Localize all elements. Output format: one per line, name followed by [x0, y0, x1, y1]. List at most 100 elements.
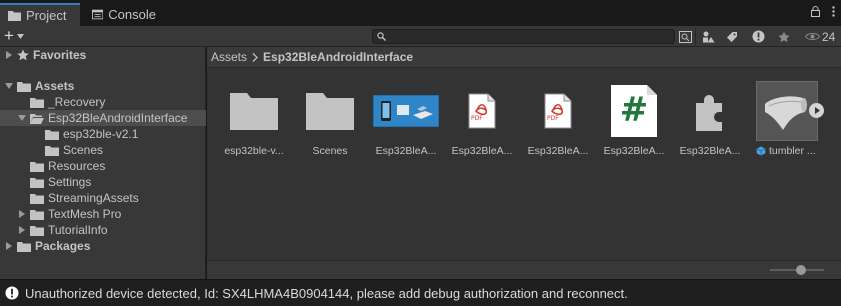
lock-icon[interactable] [811, 6, 820, 17]
tree-label: Packages [35, 239, 91, 253]
tree-item-settings[interactable]: Settings [0, 174, 206, 190]
search-icon [377, 32, 386, 41]
expand-arrow-icon[interactable] [17, 209, 27, 219]
folder-icon [30, 209, 44, 220]
tree-label: Scenes [63, 143, 104, 157]
status-message: Unauthorized device detected, Id: SX4LHM… [25, 285, 628, 301]
tab-project-label: Project [26, 8, 67, 23]
asset-item-plugin[interactable]: Esp32BleA... [672, 81, 748, 161]
tree-label: Resources [48, 159, 106, 173]
asset-item-csharp-script[interactable]: # Esp32BleA... [596, 81, 672, 161]
asset-label: Esp32BleA... [527, 145, 589, 157]
asset-item-model[interactable]: tumbler ... [751, 81, 824, 161]
search-by-type-icon[interactable] [676, 28, 694, 45]
eye-icon [805, 33, 820, 40]
folder-icon [17, 81, 31, 92]
chevron-right-icon [252, 52, 258, 62]
folder-icon [45, 129, 59, 140]
icon-size-slider-thumb[interactable] [796, 265, 806, 275]
asset-label: Scenes [312, 145, 348, 157]
collapse-arrow-icon[interactable] [17, 113, 27, 123]
expand-subassets-button[interactable] [809, 103, 824, 118]
asset-label: Esp32BleA... [603, 145, 665, 157]
favorite-star-icon[interactable] [775, 28, 793, 45]
tree-item-resources[interactable]: Resources [0, 158, 206, 174]
asset-label: Esp32BleA... [679, 145, 741, 157]
tree-label: Favorites [33, 48, 87, 62]
search-input[interactable] [372, 29, 675, 44]
tree-item-tutorialinfo[interactable]: TutorialInfo [0, 222, 206, 238]
collapse-arrow-icon[interactable] [4, 81, 14, 91]
grid-footer [207, 260, 841, 279]
tree-item-streamingassets[interactable]: StreamingAssets [0, 190, 206, 206]
asset-item-pdf-1[interactable]: PDF Esp32BleA... [444, 81, 520, 161]
folder-icon [30, 225, 44, 236]
filter-by-label-icon[interactable] [723, 28, 741, 45]
hidden-count: 24 [822, 29, 836, 44]
breadcrumb: Assets Esp32BleAndroidInterface [207, 47, 841, 68]
tree-item-esp32bleandroidinterface[interactable]: Esp32BleAndroidInterface [0, 110, 206, 126]
tree-item-packages[interactable]: Packages [0, 238, 206, 254]
console-icon [92, 9, 104, 20]
toolbar-separator [695, 28, 696, 45]
tab-console-label: Console [108, 7, 156, 22]
tab-console[interactable]: Console [84, 3, 164, 26]
plugin-puzzle-icon [696, 95, 722, 131]
tree-item-favorites[interactable]: Favorites [0, 47, 206, 63]
asset-label: esp32ble-v... [224, 145, 284, 157]
breadcrumb-current[interactable]: Esp32BleAndroidInterface [263, 50, 413, 64]
expand-arrow-icon[interactable] [4, 50, 14, 60]
hidden-packages-toggle[interactable]: 24 [805, 28, 835, 45]
window-controls [811, 6, 835, 17]
tree-label: TutorialInfo [48, 223, 108, 237]
expand-arrow-icon[interactable] [17, 225, 27, 235]
pdf-badge: PDF [471, 115, 483, 122]
status-bar[interactable]: Unauthorized device detected, Id: SX4LHM… [0, 279, 841, 306]
csharp-hash-glyph: # [619, 90, 649, 130]
tree-label: _Recovery [48, 95, 106, 109]
tree-item-assets[interactable]: Assets [0, 78, 206, 94]
asset-item-folder-scenes[interactable]: Scenes [292, 81, 368, 161]
tree-label: StreamingAssets [48, 191, 139, 205]
folder-icon [30, 193, 44, 204]
folder-icon [8, 11, 21, 21]
tree-label: Settings [48, 175, 92, 189]
asset-label-row: tumbler ... [756, 145, 826, 157]
folder-icon [45, 145, 59, 156]
pdf-icon [544, 93, 572, 129]
pdf-icon [468, 93, 496, 129]
folder-icon [306, 93, 354, 130]
asset-item-folder-esp32ble[interactable]: esp32ble-v... [216, 81, 292, 161]
warning-icon [5, 286, 19, 300]
tree-label: esp32ble-v2.1 [63, 127, 139, 141]
asset-item-image[interactable]: Esp32BleA... [368, 81, 444, 161]
folder-icon [230, 93, 278, 130]
chevron-down-icon [16, 33, 24, 39]
tab-project[interactable]: Project [0, 3, 80, 26]
tree-item-textmesh-pro[interactable]: TextMesh Pro [0, 206, 206, 222]
play-arrow-icon [815, 107, 820, 114]
add-asset-button[interactable]: + [4, 26, 24, 46]
more-options-icon[interactable] [832, 6, 835, 17]
asset-label: tumbler ... [769, 145, 816, 157]
tree-label: TextMesh Pro [48, 207, 122, 221]
pdf-badge: PDF [547, 115, 559, 122]
tree-item-recovery[interactable]: _Recovery [0, 94, 206, 110]
folder-icon [30, 161, 44, 172]
tree-item-esp32ble-v2-1[interactable]: esp32ble-v2.1 [0, 126, 206, 142]
tree-item-scenes[interactable]: Scenes [0, 142, 206, 158]
filter-by-type-icon[interactable] [699, 28, 717, 45]
expand-arrow-icon[interactable] [4, 241, 14, 251]
image-thumbnail [373, 95, 439, 127]
asset-item-pdf-2[interactable]: PDF Esp32BleA... [520, 81, 596, 161]
warning-filter-icon[interactable] [749, 28, 767, 45]
asset-label: Esp32BleA... [375, 145, 437, 157]
breadcrumb-assets[interactable]: Assets [211, 50, 247, 64]
cube-icon [756, 146, 766, 156]
folder-icon [30, 177, 44, 188]
folder-icon [17, 241, 31, 252]
folder-open-icon [30, 113, 44, 124]
add-label: + [4, 26, 14, 45]
tree-label: Esp32BleAndroidInterface [48, 111, 188, 125]
folder-icon [30, 97, 44, 108]
